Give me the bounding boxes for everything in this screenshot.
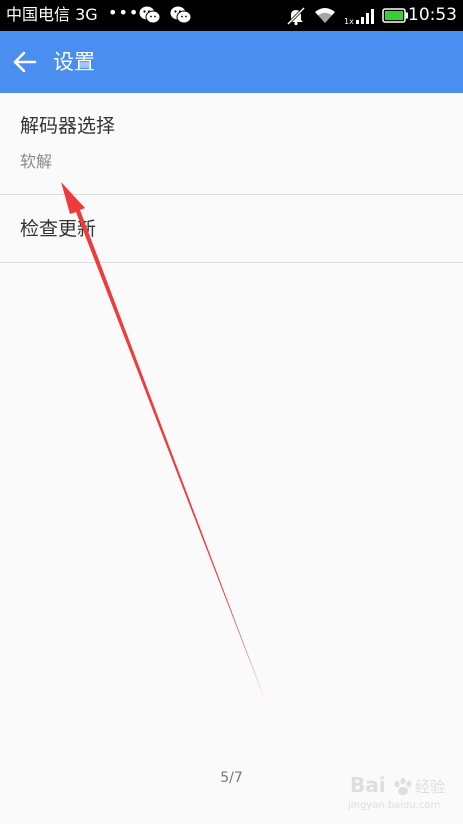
wifi-icon: [315, 8, 335, 23]
mute-notification-icon: [286, 6, 306, 26]
svg-text:经验: 经验: [415, 778, 445, 796]
setting-summary: 软解: [20, 152, 53, 171]
status-bar: 中国电信 3G ••• 1x 10:53: [0, 0, 463, 31]
setting-title: 检查更新: [20, 218, 97, 240]
svg-text:jingyan.baidu.com: jingyan.baidu.com: [347, 800, 440, 811]
check-update-item[interactable]: 检查更新: [0, 195, 463, 263]
wechat-icon: [139, 6, 161, 24]
battery-icon: [382, 8, 408, 23]
arrow-left-icon[interactable]: [12, 50, 38, 74]
screen: 中国电信 3G ••• 1x 10:53 设置 解码器选择 软解 检查更新 5/…: [0, 0, 463, 824]
setting-title: 解码器选择: [20, 115, 116, 137]
clock: 10:53: [408, 5, 457, 25]
baidu-jingyan-watermark: Bai 经验 jingyan.baidu.com: [347, 773, 445, 811]
signal-strength-icon: 1x: [344, 9, 374, 26]
page-title: 设置: [53, 50, 95, 74]
decoder-selection-item[interactable]: 解码器选择 软解: [0, 93, 463, 195]
more-notifications-dots: •••: [108, 3, 140, 22]
app-toolbar: 设置: [0, 31, 463, 93]
carrier-label: 中国电信 3G: [6, 5, 98, 24]
wechat-icon: [170, 6, 192, 24]
svg-text:Bai: Bai: [350, 773, 386, 797]
network-type-label: 1x: [344, 17, 354, 26]
settings-list: 解码器选择 软解 检查更新: [0, 93, 463, 263]
